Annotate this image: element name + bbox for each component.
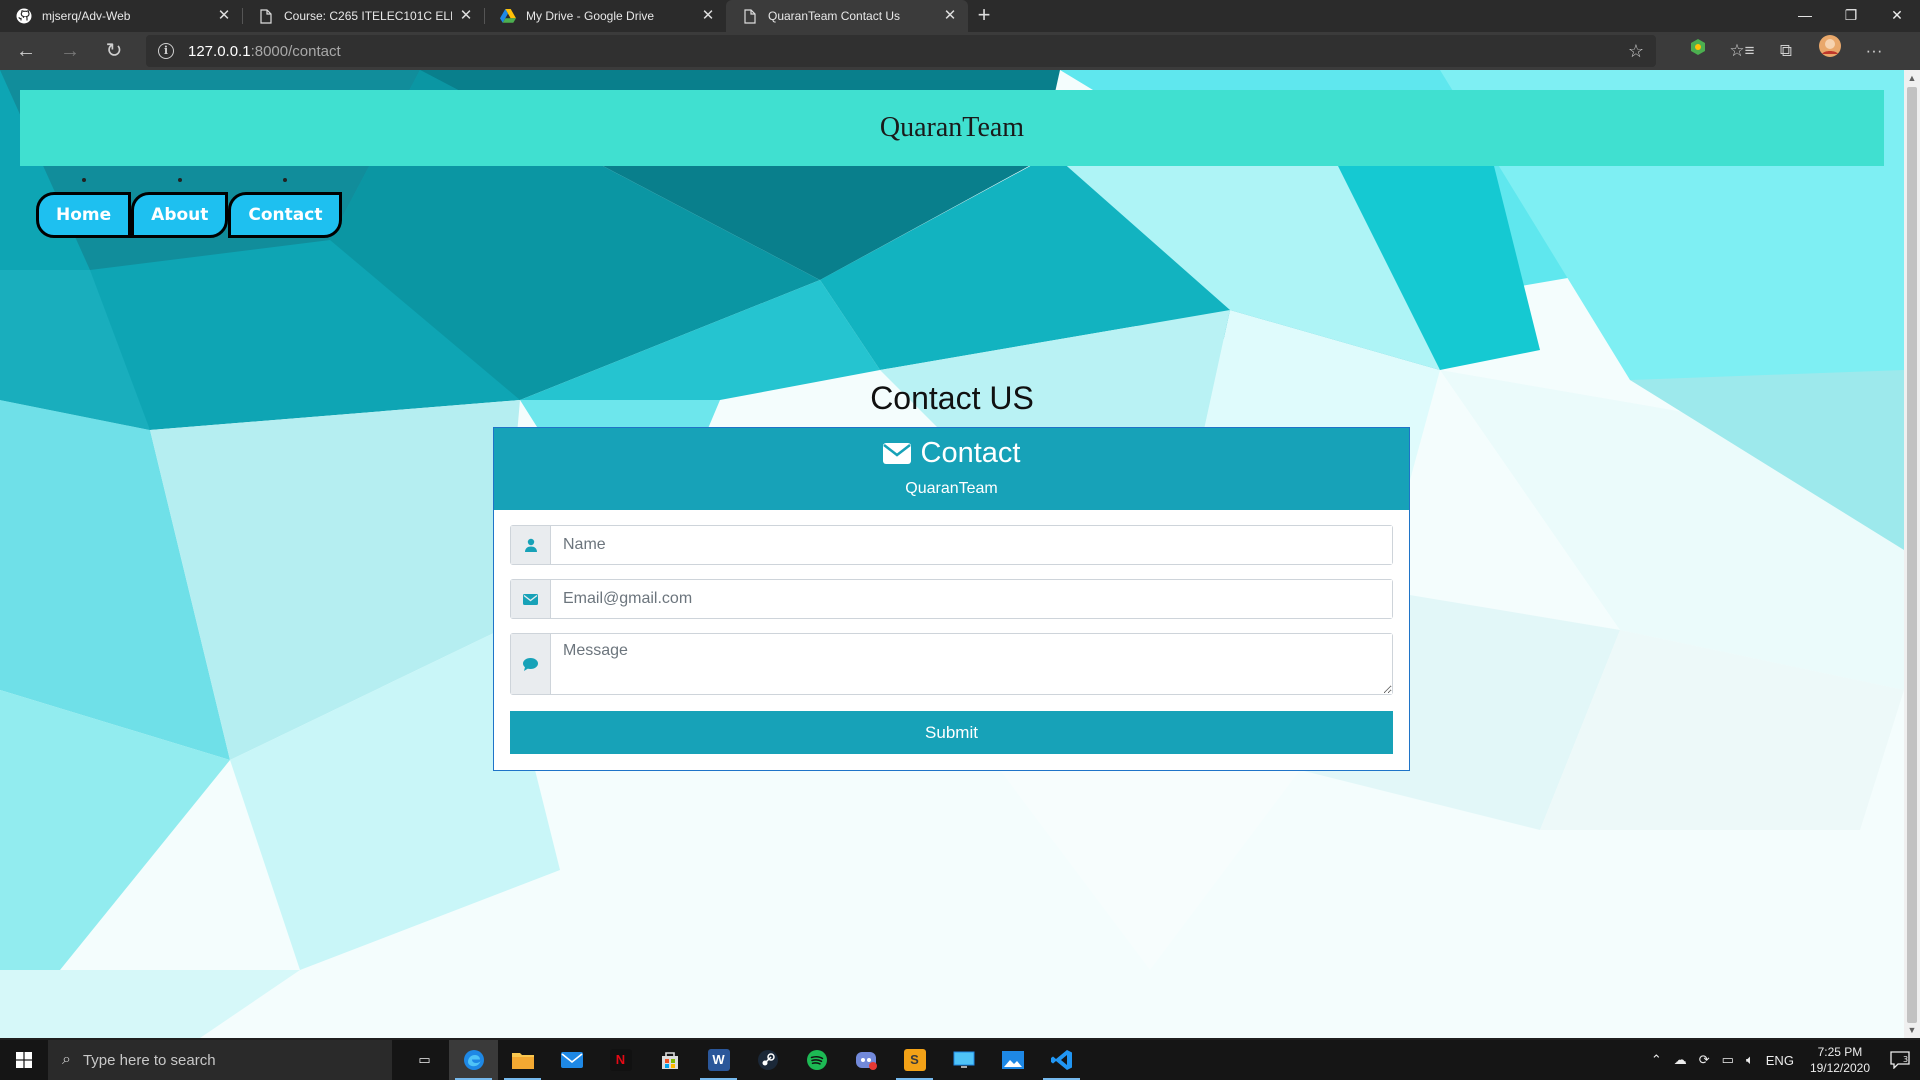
nav-item-about: About <box>131 178 229 238</box>
system-tray: ⌃ ☁ ⟳ ▭ 🔈︎ ENG 7:25 PM 19/12/2020 3 <box>1645 1040 1920 1080</box>
name-field-group <box>510 525 1393 565</box>
github-icon <box>16 8 32 24</box>
scroll-up-icon[interactable]: ▲ <box>1904 70 1920 86</box>
main-nav: Home About Contact <box>36 178 343 238</box>
envelope-small-icon <box>511 580 551 618</box>
nav-item-home: Home <box>36 178 132 238</box>
edge-browser-icon[interactable] <box>449 1040 498 1080</box>
mail-icon[interactable] <box>547 1040 596 1080</box>
tab-close-icon[interactable]: ✕ <box>216 8 232 24</box>
tab-title: QuaranTeam Contact Us <box>768 9 901 23</box>
nav-home-button[interactable]: Home <box>36 192 132 238</box>
clock-time: 7:25 PM <box>1817 1045 1863 1059</box>
email-field-group <box>510 579 1393 619</box>
collections-icon[interactable]: ⧉ <box>1764 35 1808 67</box>
netflix-icon[interactable]: N <box>596 1040 645 1080</box>
tab-close-icon[interactable]: ✕ <box>942 8 958 24</box>
new-tab-button[interactable]: + <box>968 0 1000 32</box>
favorites-icon[interactable]: ☆≡ <box>1720 35 1764 67</box>
window-controls: — ❐ ✕ <box>1782 0 1920 32</box>
settings-more-icon[interactable]: ··· <box>1852 35 1896 67</box>
page-scrollbar[interactable]: ▲ ▼ <box>1904 70 1920 1038</box>
taskbar-search-placeholder: Type here to search <box>82 1051 216 1069</box>
nav-item-contact: Contact <box>228 178 343 238</box>
onedrive-cloud-icon[interactable]: ☁ <box>1668 1052 1693 1068</box>
restore-icon[interactable]: ❐ <box>1828 0 1874 32</box>
submit-button[interactable]: Submit <box>510 711 1393 754</box>
google-drive-icon <box>500 8 516 24</box>
taskbar-search[interactable]: ⌕ Type here to search <box>48 1040 392 1080</box>
nav-contact-button[interactable]: Contact <box>228 192 343 238</box>
vscode-icon[interactable] <box>1037 1040 1086 1080</box>
comment-icon <box>511 634 551 694</box>
page-title: Contact US <box>870 380 1034 416</box>
task-view-icon[interactable]: ▭ <box>400 1040 449 1080</box>
word-icon[interactable]: W <box>694 1040 743 1080</box>
volume-icon[interactable]: 🔈︎ <box>1740 1052 1760 1068</box>
profile-avatar-icon[interactable] <box>1808 35 1852 67</box>
info-icon[interactable]: i <box>158 43 174 59</box>
contact-card-title: Contact <box>920 437 1021 469</box>
site-header: QuaranTeam <box>20 90 1884 166</box>
tab-google-drive[interactable]: My Drive - Google Drive ✕ <box>484 0 726 32</box>
notification-count: 3 <box>1903 1055 1908 1064</box>
sublime-text-icon[interactable]: S <box>890 1040 939 1080</box>
tab-strip: mjserq/Adv-Web ✕ Course: C265 ITELEC101C… <box>0 0 1920 32</box>
tab-quaranteam-contact[interactable]: QuaranTeam Contact Us ✕ <box>726 0 968 32</box>
page-icon <box>742 8 758 24</box>
user-icon <box>511 526 551 564</box>
minimize-icon[interactable]: — <box>1782 0 1828 32</box>
network-icon[interactable]: ▭ <box>1716 1052 1740 1068</box>
extension-icon[interactable] <box>1676 35 1720 67</box>
contact-card: Contact QuaranTeam Submit <box>493 427 1410 771</box>
windows-start-icon[interactable] <box>0 1040 48 1080</box>
close-window-icon[interactable]: ✕ <box>1874 0 1920 32</box>
file-explorer-icon[interactable] <box>498 1040 547 1080</box>
message-field-group <box>510 633 1393 695</box>
contact-card-subtitle: QuaranTeam <box>905 480 998 497</box>
language-indicator[interactable]: ENG <box>1760 1053 1800 1068</box>
windows-taskbar: ⌕ Type here to search ▭ N W S ⌃ ☁ ⟳ ▭ 🔈︎… <box>0 1040 1920 1080</box>
contact-card-header: Contact QuaranTeam <box>494 428 1409 510</box>
url-host: 127.0.0.1 <box>188 42 251 60</box>
discord-icon[interactable] <box>841 1040 890 1080</box>
steam-icon[interactable] <box>743 1040 792 1080</box>
spotify-icon[interactable] <box>792 1040 841 1080</box>
envelope-icon <box>882 443 911 464</box>
tab-title: Course: C265 ITELEC101C ELECTIVE <box>284 9 452 23</box>
nav-about-button[interactable]: About <box>131 192 229 238</box>
chevron-up-icon[interactable]: ⌃ <box>1645 1052 1668 1068</box>
tab-close-icon[interactable]: ✕ <box>700 8 716 24</box>
url-text[interactable]: 127.0.0.1:8000/contact <box>188 43 341 60</box>
clock-date: 19/12/2020 <box>1809 1061 1870 1075</box>
clock[interactable]: 7:25 PM 19/12/2020 <box>1800 1044 1880 1076</box>
search-icon: ⌕ <box>62 1051 71 1068</box>
page-viewport: QuaranTeam Home About Contact Contact US… <box>0 70 1904 1038</box>
remote-desktop-icon[interactable] <box>939 1040 988 1080</box>
page-icon <box>258 8 274 24</box>
tab-title: My Drive - Google Drive <box>526 9 655 23</box>
back-icon[interactable]: ← <box>8 35 44 67</box>
notification-icon[interactable]: 3 <box>1880 1040 1920 1080</box>
email-input[interactable] <box>551 580 1392 618</box>
address-bar[interactable]: i 127.0.0.1:8000/contact ☆ <box>146 35 1656 67</box>
favorite-star-icon[interactable]: ☆ <box>1628 41 1644 62</box>
store-icon[interactable] <box>645 1040 694 1080</box>
name-input[interactable] <box>551 526 1392 564</box>
url-path: :8000/contact <box>250 42 341 60</box>
forward-icon[interactable]: → <box>52 35 88 67</box>
site-brand: QuaranTeam <box>879 112 1025 143</box>
sync-icon[interactable]: ⟳ <box>1693 1052 1716 1068</box>
message-input[interactable] <box>551 634 1392 694</box>
tab-course[interactable]: Course: C265 ITELEC101C ELECTIVE ✕ <box>242 0 484 32</box>
tab-adv-web[interactable]: mjserq/Adv-Web ✕ <box>0 0 242 32</box>
tab-close-icon[interactable]: ✕ <box>458 8 474 24</box>
scrollbar-thumb[interactable] <box>1907 87 1917 1023</box>
browser-toolbar: ← → ↻ i 127.0.0.1:8000/contact ☆ ☆≡ ⧉ ··… <box>0 32 1920 70</box>
refresh-icon[interactable]: ↻ <box>96 35 132 67</box>
photos-icon[interactable] <box>988 1040 1037 1080</box>
tab-title: mjserq/Adv-Web <box>42 9 131 23</box>
scroll-down-icon[interactable]: ▼ <box>1904 1022 1920 1038</box>
